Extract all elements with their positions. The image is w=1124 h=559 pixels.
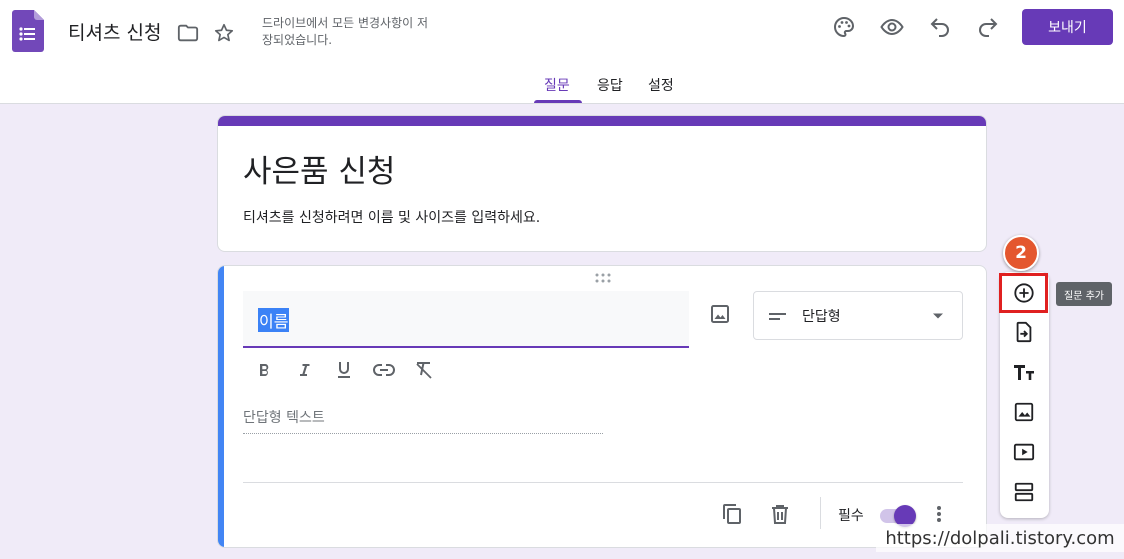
theme-color-band	[218, 116, 986, 126]
trash-icon[interactable]	[768, 502, 792, 526]
drag-handle-icon[interactable]	[594, 273, 612, 283]
form-title[interactable]: 사은품 신청	[243, 146, 395, 191]
question-type-select[interactable]: 단답형	[753, 291, 963, 340]
chevron-down-icon	[933, 313, 943, 319]
add-question-tooltip: 질문 추가	[1056, 282, 1112, 306]
italic-icon[interactable]	[293, 359, 315, 381]
add-section-icon[interactable]	[1012, 480, 1036, 504]
document-title[interactable]: 티셔츠 신청	[68, 18, 161, 45]
answer-underline	[243, 433, 603, 434]
tab-settings[interactable]: 설정	[648, 75, 674, 95]
watermark-text: https://dolpali.tistory.com	[876, 524, 1124, 552]
duplicate-icon[interactable]	[720, 502, 744, 526]
redo-icon[interactable]	[976, 15, 1000, 39]
active-tab-indicator	[534, 100, 582, 103]
forms-logo-icon[interactable]	[12, 10, 44, 52]
add-image-icon[interactable]	[1012, 400, 1036, 424]
question-type-label: 단답형	[802, 309, 841, 325]
send-button[interactable]: 보내기	[1022, 9, 1113, 45]
add-video-icon[interactable]	[1012, 440, 1036, 464]
app-header: 티셔츠 신청 드라이브에서 모든 변경사항이 저장되었습니다. 보내기 질문 응…	[0, 0, 1124, 104]
import-questions-icon[interactable]	[1012, 320, 1036, 344]
form-description[interactable]: 티셔츠를 신청하려면 이름 및 사이즈를 입력하세요.	[243, 207, 540, 227]
bold-icon[interactable]	[253, 359, 275, 381]
preview-eye-icon[interactable]	[880, 15, 904, 39]
short-answer-icon	[769, 313, 786, 320]
question-title-input[interactable]: 이름	[243, 291, 689, 348]
tab-bar: 질문 응답 설정	[0, 70, 1124, 104]
footer-vertical-divider	[820, 497, 821, 529]
footer-divider	[243, 482, 963, 483]
required-toggle[interactable]	[878, 504, 916, 527]
focus-indicator-bar	[218, 266, 224, 547]
add-image-icon[interactable]	[708, 302, 732, 326]
undo-icon[interactable]	[928, 15, 952, 39]
required-label: 필수	[838, 508, 864, 524]
step-number-badge: 2	[1003, 235, 1039, 271]
clear-format-icon[interactable]	[413, 359, 435, 381]
question-card[interactable]: 이름 단답형 단답형 텍스트 필수	[217, 265, 987, 548]
palette-icon[interactable]	[832, 15, 856, 39]
folder-icon[interactable]	[176, 21, 200, 45]
form-title-card[interactable]: 사은품 신청 티셔츠를 신청하려면 이름 및 사이즈를 입력하세요.	[217, 115, 987, 252]
add-title-icon[interactable]	[1012, 360, 1036, 384]
answer-placeholder: 단답형 텍스트	[243, 410, 325, 426]
underline-icon[interactable]	[333, 359, 355, 381]
star-icon[interactable]	[212, 21, 236, 45]
tab-questions[interactable]: 질문	[544, 75, 570, 95]
annotation-highlight-box	[999, 273, 1048, 313]
more-vert-icon[interactable]	[933, 502, 945, 526]
tab-responses[interactable]: 응답	[597, 75, 623, 95]
link-icon[interactable]	[373, 359, 395, 381]
text-format-toolbar	[253, 359, 453, 381]
save-status-text: 드라이브에서 모든 변경사항이 저장되었습니다.	[262, 16, 429, 47]
question-title-text: 이름	[258, 308, 290, 332]
